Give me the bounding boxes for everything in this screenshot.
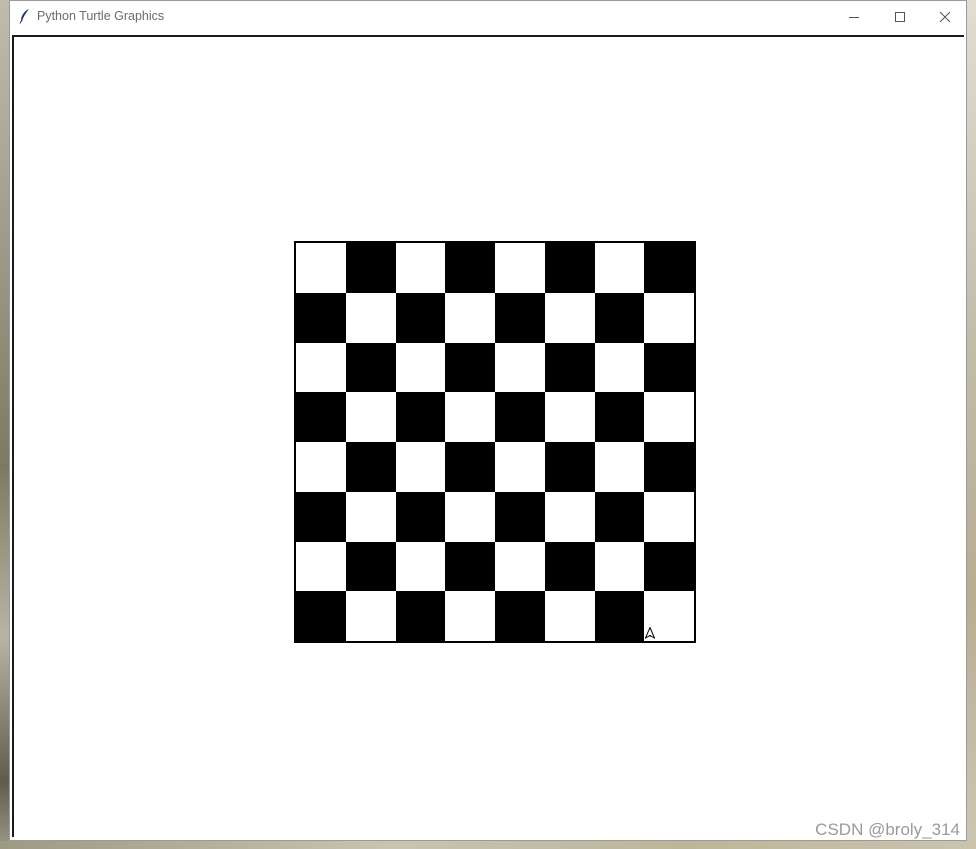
board-square [445, 243, 495, 293]
minimize-button[interactable] [831, 1, 877, 32]
board-square [296, 292, 346, 343]
board-square [594, 541, 645, 592]
board-square [445, 541, 495, 592]
board-square [296, 342, 346, 393]
board-square [544, 292, 595, 343]
board-square [644, 243, 694, 293]
board-square [644, 442, 694, 492]
board-square [395, 491, 446, 542]
board-square [644, 541, 694, 592]
board-square [395, 541, 446, 592]
board-square [544, 243, 595, 293]
board-square [544, 591, 595, 641]
board-square [594, 491, 645, 542]
board-square [495, 243, 545, 293]
board-square [395, 591, 446, 641]
board-square [594, 243, 645, 293]
board-square [445, 442, 495, 492]
minimize-icon [849, 16, 859, 18]
board-square [594, 591, 645, 641]
board-square [445, 292, 495, 343]
board-square [544, 541, 595, 592]
board-square [495, 541, 545, 592]
desktop-background-bottom [0, 841, 976, 849]
board-square [495, 392, 545, 442]
board-square [495, 342, 545, 393]
board-square [395, 392, 446, 442]
board-square [395, 342, 446, 393]
board-square [345, 243, 396, 293]
board-square [395, 442, 446, 492]
board-square [644, 292, 694, 343]
board-square [345, 442, 396, 492]
close-button[interactable] [922, 1, 968, 32]
board-square [594, 442, 645, 492]
board-square [544, 442, 595, 492]
board-square [544, 342, 595, 393]
board-square [644, 342, 694, 393]
checkerboard [294, 241, 696, 643]
board-square [594, 392, 645, 442]
board-square [644, 491, 694, 542]
board-square [345, 491, 396, 542]
board-square [594, 292, 645, 343]
board-square [395, 292, 446, 343]
board-square [544, 491, 595, 542]
turtle-window: Python Turtle Graphics [9, 0, 967, 841]
board-square [345, 292, 396, 343]
board-square [644, 392, 694, 442]
board-square [445, 342, 495, 393]
board-square [345, 392, 396, 442]
board-square [594, 342, 645, 393]
board-square [296, 541, 346, 592]
board-square [395, 243, 446, 293]
maximize-icon [895, 11, 905, 22]
board-square [345, 342, 396, 393]
turtle-arrow-icon [645, 627, 655, 639]
board-square [495, 491, 545, 542]
board-square [296, 591, 346, 641]
board-square [296, 491, 346, 542]
board-square [495, 591, 545, 641]
board-square [296, 392, 346, 442]
board-square [296, 442, 346, 492]
turtle-canvas[interactable] [12, 35, 964, 837]
board-square [345, 541, 396, 592]
maximize-button[interactable] [877, 1, 923, 32]
board-square [345, 591, 396, 641]
board-square [296, 243, 346, 293]
watermark: CSDN @broly_314 [815, 820, 960, 839]
board-square [445, 491, 495, 542]
desktop-background-right [966, 0, 976, 849]
feather-icon [19, 9, 29, 24]
close-icon [939, 11, 951, 22]
board-square [495, 442, 545, 492]
board-square [445, 392, 495, 442]
title-bar[interactable]: Python Turtle Graphics [10, 1, 966, 32]
window-title: Python Turtle Graphics [37, 9, 165, 23]
board-square [544, 392, 595, 442]
board-square [445, 591, 495, 641]
board-square [495, 292, 545, 343]
